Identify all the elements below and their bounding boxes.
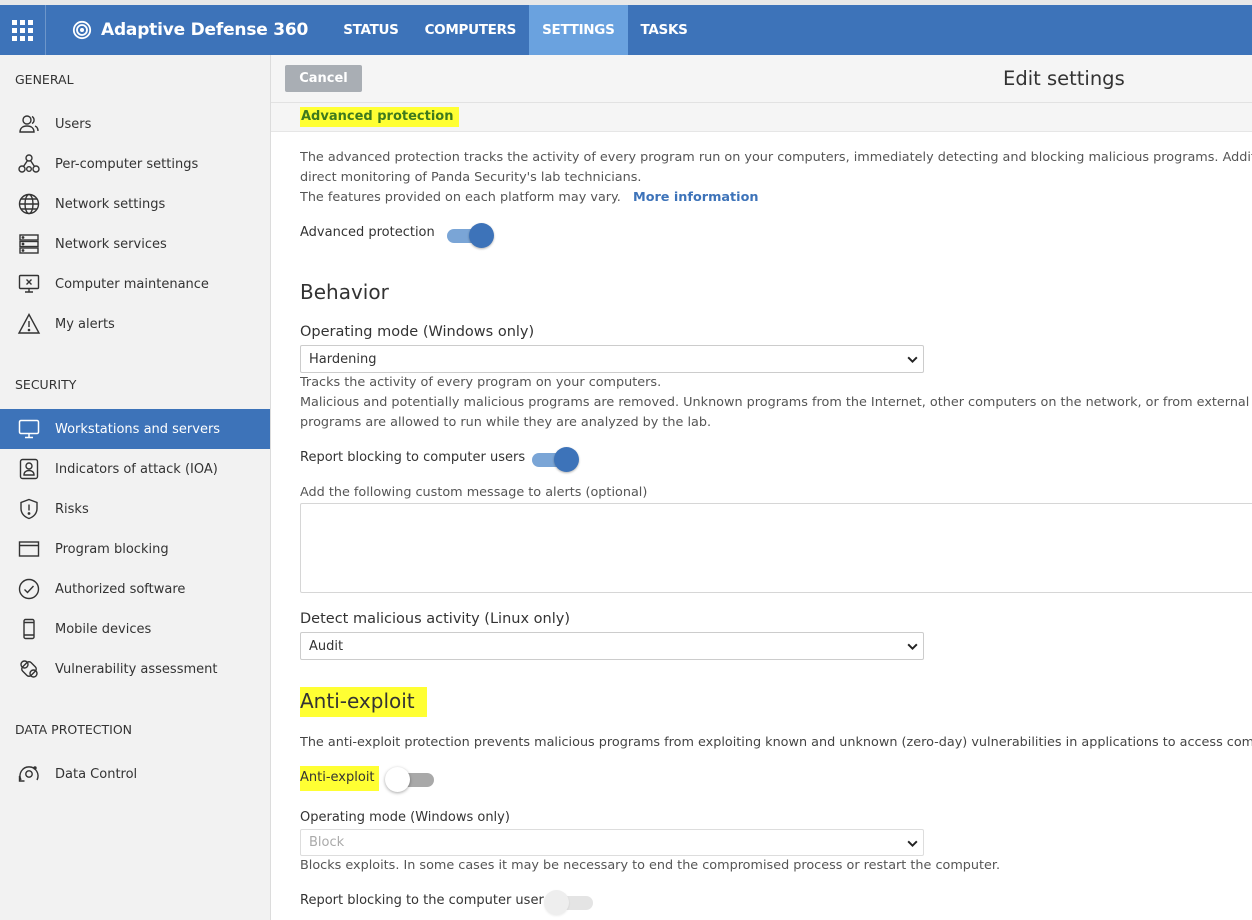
sidebar-section-security: SECURITY: [15, 377, 77, 392]
sidebar-item-network-services[interactable]: Network services: [0, 224, 270, 264]
sidebar-item-authorized-software[interactable]: Authorized software: [0, 569, 270, 609]
chevron-down-icon: [907, 643, 918, 651]
sidebar-item-mobile-devices[interactable]: Mobile devices: [0, 609, 270, 649]
anti-exploit-report-label: Report blocking to the computer user: [300, 893, 544, 908]
mobile-icon: [23, 618, 35, 640]
more-information-link[interactable]: More information: [633, 190, 759, 205]
check-circle-icon: [18, 578, 40, 600]
custom-message-textarea[interactable]: [300, 503, 1252, 593]
sidebar-item-per-computer-settings[interactable]: Per-computer settings: [0, 144, 270, 184]
settings-content: The advanced protection tracks the activ…: [300, 0, 1252, 920]
anti-exploit-mode-value: Block: [309, 835, 345, 850]
sidebar-item-label: Indicators of attack (IOA): [55, 461, 218, 477]
anti-exploit-desc: The anti-exploit protection prevents mal…: [300, 735, 1252, 750]
operating-mode-desc2: Malicious and potentially malicious prog…: [300, 395, 1252, 410]
sidebar-item-network-settings[interactable]: Network settings: [0, 184, 270, 224]
sidebar-item-label: My alerts: [55, 316, 115, 332]
linux-detect-value: Audit: [309, 638, 344, 654]
operating-mode-label: Operating mode (Windows only): [300, 324, 535, 340]
sidebar-item-label: Per-computer settings: [55, 156, 199, 172]
report-blocking-toggle[interactable]: [532, 447, 580, 472]
operating-mode-select[interactable]: Hardening: [300, 345, 924, 373]
sidebar-item-label: Program blocking: [55, 541, 169, 557]
custom-message-label: Add the following custom message to aler…: [300, 485, 648, 500]
sidebar-item-label: Data Control: [55, 766, 138, 782]
sidebar-item-risks[interactable]: Risks: [0, 489, 270, 529]
computer-maintenance-icon: [18, 274, 40, 293]
anti-exploit-report-toggle[interactable]: [544, 890, 593, 915]
anti-exploit-mode-label: Operating mode (Windows only): [300, 810, 510, 825]
advanced-desc-line2: direct monitoring of Panda Security's la…: [300, 170, 642, 185]
sidebar-item-label: Risks: [55, 501, 89, 517]
advanced-protection-label: Advanced protection: [300, 225, 435, 240]
sidebar-item-computer-maintenance[interactable]: Computer maintenance: [0, 264, 270, 304]
apps-menu-button[interactable]: [0, 5, 46, 55]
brand[interactable]: Adaptive Defense 360: [72, 20, 308, 40]
anti-exploit-mode-select[interactable]: Block: [300, 829, 924, 856]
linux-detect-select[interactable]: Audit: [300, 632, 924, 660]
server-stack-icon: [19, 234, 39, 254]
advanced-desc-line1: The advanced protection tracks the activ…: [300, 150, 1252, 165]
sidebar-item-label: Network settings: [55, 196, 166, 212]
vulnerability-icon: [20, 660, 38, 678]
sidebar-item-users[interactable]: Users: [0, 104, 270, 144]
sidebar-item-my-alerts[interactable]: My alerts: [0, 304, 270, 344]
advanced-desc-line3: The features provided on each platform m…: [300, 190, 758, 205]
behavior-heading: Behavior: [300, 280, 389, 304]
chevron-down-icon: [907, 356, 918, 364]
sidebar-item-label: Vulnerability assessment: [55, 661, 218, 677]
operating-mode-desc1: Tracks the activity of every program on …: [300, 375, 662, 390]
sidebar-item-label: Users: [55, 116, 92, 132]
apps-grid-icon: [12, 19, 33, 41]
sidebar: GENERAL Users Per-computer settings Netw…: [0, 55, 271, 920]
sidebar-item-label: Mobile devices: [55, 621, 152, 637]
sidebar-item-indicators-of-attack[interactable]: Indicators of attack (IOA): [0, 449, 270, 489]
sidebar-item-label: Workstations and servers: [55, 421, 221, 437]
chevron-down-icon: [907, 840, 918, 848]
sidebar-item-program-blocking[interactable]: Program blocking: [0, 529, 270, 569]
anti-exploit-mode-desc: Blocks exploits. In some cases it may be…: [300, 858, 1001, 873]
users-icon: [19, 115, 39, 133]
shield-alert-icon: [20, 498, 38, 520]
report-blocking-label: Report blocking to computer users: [300, 450, 526, 465]
operating-mode-desc3: programs are allowed to run while they a…: [300, 415, 712, 430]
anti-exploit-toggle[interactable]: [385, 767, 434, 792]
sidebar-item-workstations-and-servers[interactable]: Workstations and servers: [0, 409, 270, 449]
ioa-badge-icon: [19, 458, 39, 480]
warning-icon: [17, 313, 41, 334]
monitor-icon: [18, 419, 40, 439]
anti-exploit-heading: Anti-exploit: [300, 687, 427, 717]
anti-exploit-label: Anti-exploit: [300, 766, 379, 791]
brand-name: Adaptive Defense 360: [101, 20, 309, 40]
sidebar-section-general: GENERAL: [15, 72, 74, 87]
sidebar-section-data-protection: DATA PROTECTION: [15, 722, 133, 737]
linux-detect-label: Detect malicious activity (Linux only): [300, 611, 570, 627]
sidebar-item-vulnerability-assessment[interactable]: Vulnerability assessment: [0, 649, 270, 689]
advanced-protection-toggle[interactable]: [447, 223, 495, 248]
brand-logo-icon: [72, 20, 92, 40]
globe-icon: [18, 193, 40, 215]
sidebar-item-label: Authorized software: [55, 581, 186, 597]
sidebar-item-data-control[interactable]: Data Control: [0, 754, 270, 794]
advanced-desc-platform-note: The features provided on each platform m…: [300, 190, 621, 205]
sidebar-item-label: Network services: [55, 236, 167, 252]
sidebar-item-label: Computer maintenance: [55, 276, 209, 292]
window-icon: [18, 541, 40, 557]
per-computer-settings-icon: [18, 154, 40, 173]
data-control-icon: [18, 766, 39, 782]
operating-mode-value: Hardening: [309, 351, 377, 367]
